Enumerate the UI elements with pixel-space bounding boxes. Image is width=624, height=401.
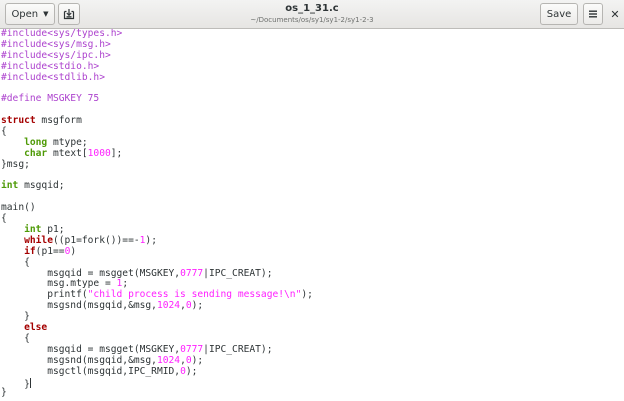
code-line: else <box>1 322 624 334</box>
save-as-button[interactable] <box>58 3 80 25</box>
code-token: } <box>1 311 30 323</box>
code-token: #include<sys/msg.h> <box>1 38 111 50</box>
code-token: 1024 <box>156 354 181 366</box>
text-editor[interactable]: #include<sys/types.h> #include<sys/msg.h>… <box>0 29 624 401</box>
code-token: { <box>1 213 7 225</box>
code-token: msgsnd(msgqid,&msg, <box>1 354 157 366</box>
code-token: struct <box>1 115 36 127</box>
code-line: msgctl(msgqid,IPC_RMID,0); <box>1 365 624 378</box>
code-token: |IPC_CREAT); <box>203 343 273 355</box>
code-line: if(p1==0) <box>1 245 624 258</box>
code-token: #include<stdio.h> <box>1 60 100 72</box>
code-token: 0777 <box>180 343 204 355</box>
code-line: char mtext[1000]; <box>1 147 624 160</box>
code-line: }msg; <box>1 158 624 171</box>
code-line: msgsnd(msgqid,&msg,1024,0); <box>1 300 624 312</box>
code-token: msgctl(msgqid,IPC_RMID, <box>1 365 181 377</box>
code-token: mtext[ <box>47 147 88 159</box>
code-token: long <box>24 136 48 148</box>
close-icon: ✕ <box>610 7 620 21</box>
text-cursor <box>29 377 31 388</box>
code-token: int <box>1 180 19 192</box>
code-token: ); <box>191 354 204 366</box>
code-token: msgqid = msgget(MSGKEY, <box>1 267 181 279</box>
save-button[interactable]: Save <box>540 3 578 25</box>
code-token: |IPC_CREAT); <box>203 267 273 279</box>
code-token: #define MSGKEY 75 <box>1 93 100 105</box>
code-token: ); <box>145 234 157 246</box>
code-line: } <box>1 377 624 389</box>
code-token: #include<stdlib.h> <box>1 71 105 83</box>
code-token: msgqid; <box>18 180 65 192</box>
code-token: mtype; <box>47 136 88 148</box>
code-token: ); <box>185 365 198 377</box>
caret-down-icon: ▼ <box>43 10 49 18</box>
document-title: os_1_31.c <box>285 3 339 14</box>
open-button[interactable]: Open ▼ <box>5 3 55 25</box>
code-line: { <box>1 126 624 138</box>
code-token: "child process is sending message!\n" <box>87 289 302 301</box>
code-token: msgform <box>35 115 82 127</box>
code-token: if <box>24 245 36 257</box>
code-token: char <box>24 147 48 159</box>
code-token: ); <box>301 289 313 301</box>
open-label: Open <box>11 8 39 20</box>
code-token: main() <box>1 202 36 214</box>
code-token: 0777 <box>180 267 204 279</box>
code-line: struct msgform <box>1 115 624 127</box>
menu-button[interactable] <box>583 3 603 25</box>
code-token: ) <box>70 245 77 257</box>
code-line: #include<stdlib.h> <box>1 71 624 84</box>
code-token: msg.mtype = <box>1 278 117 290</box>
code-token: int <box>24 224 42 236</box>
code-token: p1; <box>41 224 65 236</box>
document-save-icon <box>63 9 75 20</box>
code-line: } <box>1 387 624 399</box>
code-line: main() <box>1 202 624 214</box>
window-title-area: os_1_31.c ~/Documents/os/sy1/sy1-2/sy1-2… <box>200 2 424 25</box>
code-view[interactable]: #include<sys/types.h> #include<sys/msg.h>… <box>0 29 624 399</box>
code-token: ]; <box>110 147 123 159</box>
document-path: ~/Documents/os/sy1/sy1-2/sy1-2-3 <box>250 16 374 24</box>
code-token: #include<sys/types.h> <box>1 29 123 39</box>
code-token: 1000 <box>87 147 111 159</box>
code-token: msgqid = msgget(MSGKEY, <box>1 343 181 355</box>
close-button[interactable]: ✕ <box>608 3 622 25</box>
code-token: }msg; <box>1 158 30 170</box>
hamburger-menu-icon <box>589 10 597 18</box>
save-label: Save <box>546 8 572 20</box>
code-token: } <box>1 387 7 399</box>
code-token: printf( <box>1 289 88 301</box>
code-line: { <box>1 213 624 225</box>
code-line: #define MSGKEY 75 <box>1 93 624 105</box>
code-token: ); <box>191 300 204 312</box>
header-bar: Open ▼ os_1_31.c ~/Documents/os/sy1/sy1-… <box>0 0 624 29</box>
code-token: while <box>24 234 53 246</box>
code-token: { <box>1 332 30 344</box>
code-line: } <box>1 311 624 323</box>
code-token: { <box>1 256 30 268</box>
code-token: (p1== <box>35 245 65 257</box>
code-line: while((p1=fork())==-1); <box>1 234 624 247</box>
code-token: ((p1=fork())==- <box>53 234 140 246</box>
code-token: #include<sys/ipc.h> <box>1 49 111 61</box>
code-token: else <box>24 322 48 334</box>
code-token: ; <box>122 278 129 290</box>
code-token: msgsnd(msgqid,&msg, <box>1 300 157 312</box>
code-token: 1024 <box>156 300 181 312</box>
code-line: int msgqid; <box>1 181 624 192</box>
code-token: { <box>1 126 7 138</box>
